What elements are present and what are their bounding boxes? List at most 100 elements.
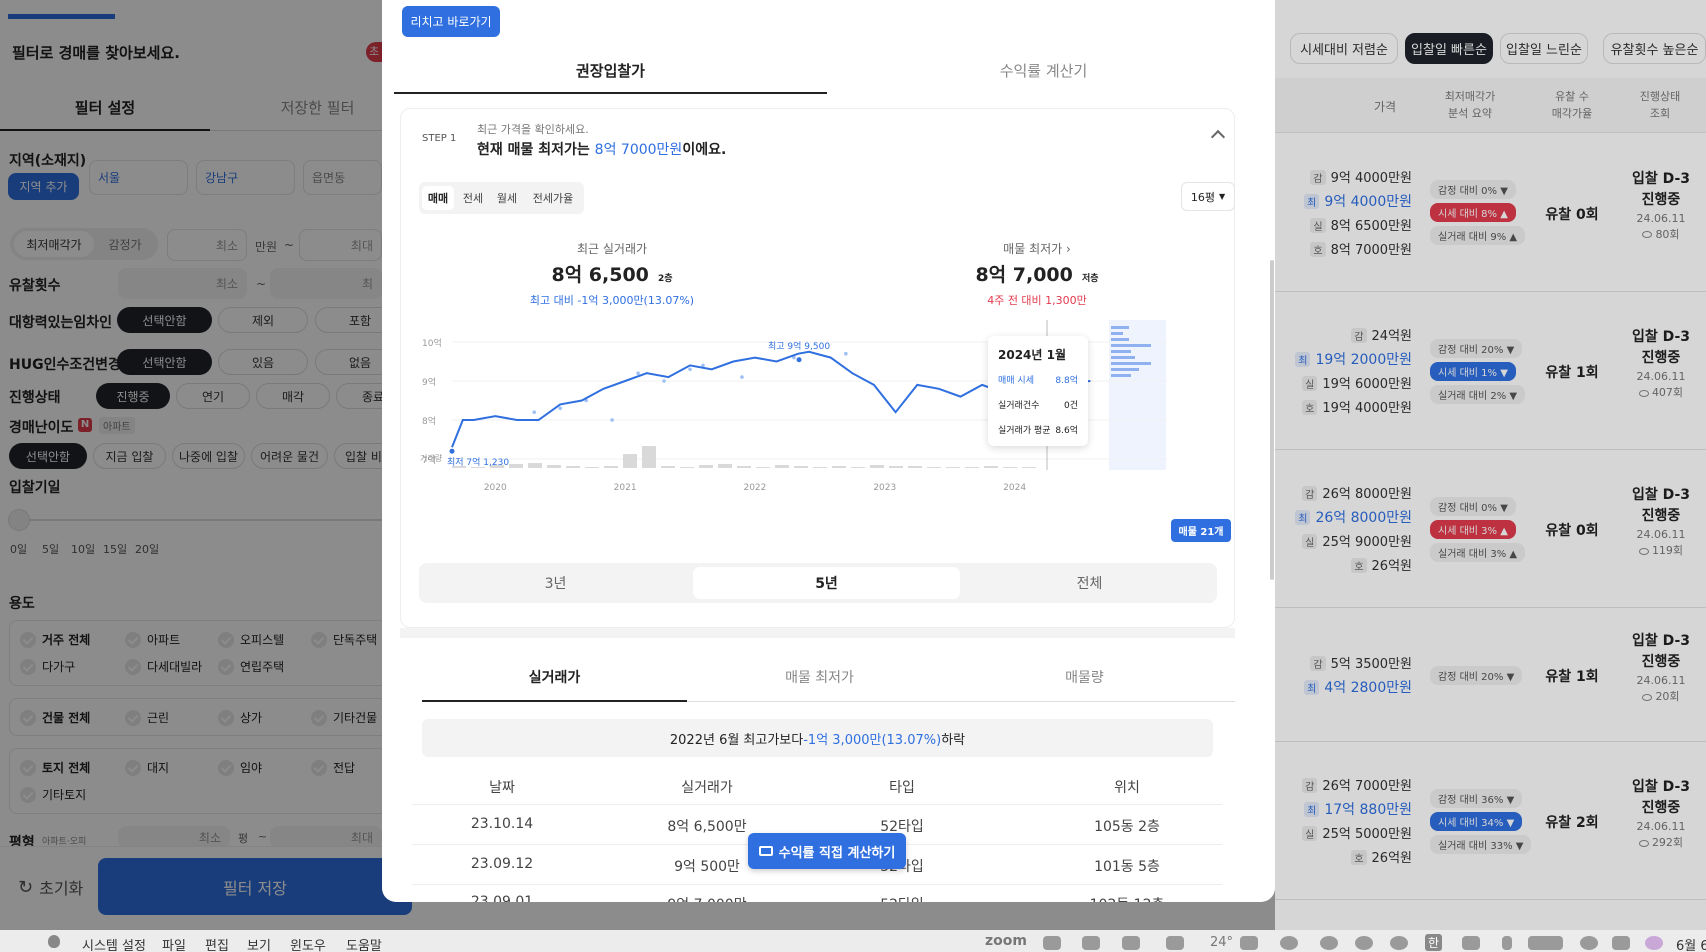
menu-edit[interactable]: 편집 <box>205 935 229 952</box>
volume-icon[interactable] <box>1462 936 1480 950</box>
menu-window[interactable]: 윈도우 <box>290 935 326 952</box>
chart-tab-sale[interactable]: 매매 <box>422 186 454 210</box>
period-3y[interactable]: 3년 <box>424 567 687 599</box>
keyboard-icon[interactable] <box>1166 936 1184 950</box>
status-option-sold[interactable]: 매각 <box>256 383 330 409</box>
bluetooth-icon[interactable] <box>1502 936 1512 950</box>
price-min-input[interactable]: 최소 <box>167 229 247 261</box>
zoom-status-icon[interactable]: zoom <box>985 933 1027 949</box>
search-icon[interactable] <box>1580 936 1598 950</box>
fail-count-min[interactable]: 최소 <box>118 268 247 299</box>
size-select[interactable]: 16평 ▼ <box>1181 182 1235 211</box>
bid-date-slider-track[interactable] <box>18 519 382 521</box>
region-district-field[interactable]: 강남구 <box>196 160 295 195</box>
play-icon[interactable] <box>1355 936 1373 950</box>
usage-lot[interactable]: 대지 <box>125 759 169 776</box>
status-icon[interactable] <box>1320 936 1338 950</box>
sort-fail-count[interactable]: 유찰횟수 높은순 <box>1603 33 1706 64</box>
difficulty-option-bid-later[interactable]: 나중에 입찰 <box>172 443 245 469</box>
menu-file[interactable]: 파일 <box>162 935 186 952</box>
usage-row-house[interactable]: 연립주택 <box>218 658 284 675</box>
status-option-postponed[interactable]: 연기 <box>176 383 250 409</box>
usage-land-all[interactable]: 토지 전체 <box>20 759 90 776</box>
tenant-option-exclude[interactable]: 제외 <box>218 307 308 333</box>
siri-icon[interactable] <box>1645 936 1663 950</box>
dropbox-icon[interactable] <box>1043 936 1061 950</box>
subtab-actual-price[interactable]: 실거래가 <box>422 667 687 687</box>
app-icon[interactable] <box>1280 936 1298 950</box>
tab-yield-calculator[interactable]: 수익률 계산기 <box>827 60 1260 81</box>
weather-app-icon[interactable] <box>1082 936 1100 950</box>
price-option-minimum[interactable]: 최저매각가 <box>14 231 94 257</box>
usage-farmland[interactable]: 전답 <box>311 759 355 776</box>
bid-date-slider-handle[interactable] <box>8 509 30 531</box>
chart-tab-monthly[interactable]: 월세 <box>490 186 524 210</box>
usage-detached-house[interactable]: 단독주택 <box>311 631 377 648</box>
modal-scrollbar[interactable] <box>1270 260 1274 580</box>
price-option-appraisal[interactable]: 감정가 <box>96 231 154 257</box>
area-max-input[interactable]: 최대 <box>270 826 382 848</box>
usage-other-building[interactable]: 기타건물 <box>311 709 377 726</box>
fail-count: 유찰 1회 <box>1545 669 1599 685</box>
status-cell[interactable]: 입찰 D-3 진행중 24.06.11 80회 <box>1624 169 1698 243</box>
period-all[interactable]: 전체 <box>966 567 1213 599</box>
usage-other-land[interactable]: 기타토지 <box>20 786 86 803</box>
menubar-clock[interactable]: 6월 6 <box>1676 935 1706 952</box>
yield-calc-cta[interactable]: 수익률 직접 계산하기 <box>748 833 906 869</box>
menu-system-settings[interactable]: 시스템 설정 <box>82 935 146 952</box>
usage-apartment[interactable]: 아파트 <box>125 631 180 648</box>
save-filter-button[interactable]: 필터 저장 <box>98 858 412 915</box>
wifi-icon[interactable] <box>1545 936 1563 950</box>
price-chart[interactable]: 10억9억8억7억2020 2021 2022 2023 2024거래량최고 9억 9,… <box>382 320 1275 545</box>
tab-filter-settings[interactable]: 필터 설정 <box>0 97 210 118</box>
price-max-input[interactable]: 최대 <box>299 229 382 261</box>
usage-residential-all[interactable]: 거주 전체 <box>20 631 90 648</box>
status-cell[interactable]: 입찰 D-3 진행중 24.06.11 20회 <box>1624 631 1698 705</box>
usage-neighborhood[interactable]: 근린 <box>125 709 169 726</box>
table-cell: 52타입 <box>827 894 977 902</box>
apple-icon[interactable] <box>48 935 60 948</box>
usage-officetel[interactable]: 오피스텔 <box>218 631 284 648</box>
subtab-lowest-listing[interactable]: 매물 최저가 <box>687 667 952 687</box>
menu-help[interactable]: 도움말 <box>346 935 382 952</box>
reset-button[interactable]: ↻ 초기화 <box>18 875 83 899</box>
hug-option-yes[interactable]: 있음 <box>218 349 308 375</box>
difficulty-option-hard[interactable]: 어려운 물건 <box>251 443 328 469</box>
period-5y[interactable]: 5년 <box>693 567 960 599</box>
area-min-input[interactable]: 최소 <box>118 826 230 848</box>
usage-building-all[interactable]: 건물 전체 <box>20 709 90 726</box>
add-region-button[interactable]: 지역 추가 <box>8 173 79 200</box>
weather-cloud-icon[interactable] <box>1240 936 1258 950</box>
chart-tab-jeonse-ratio[interactable]: 전세가율 <box>524 186 582 210</box>
region-city-field[interactable]: 서울 <box>89 160 188 195</box>
sort-bid-latest[interactable]: 입찰일 느린순 <box>1500 33 1588 64</box>
region-town-field[interactable]: 읍면동 <box>303 160 382 195</box>
richgo-link-button[interactable]: 리치고 바로가기 <box>402 6 500 37</box>
status-cell[interactable]: 입찰 D-3 진행중 24.06.11 119회 <box>1624 485 1698 559</box>
status-cell[interactable]: 입찰 D-3 진행중 24.06.11 292회 <box>1624 777 1698 851</box>
difficulty-option-bid-now[interactable]: 지금 입찰 <box>93 443 166 469</box>
time-machine-icon[interactable] <box>1390 936 1408 950</box>
sort-bid-earliest[interactable]: 입찰일 빠른순 <box>1405 33 1493 64</box>
fail-count-max[interactable]: 최 <box>270 268 382 299</box>
tab-recommended-bid[interactable]: 권장입찰가 <box>394 60 827 81</box>
tenant-option-none[interactable]: 선택안함 <box>117 307 212 333</box>
listing-count-badge[interactable]: 매물 21개 <box>1171 519 1231 542</box>
cloud-icon[interactable] <box>1122 936 1140 950</box>
chart-tab-jeonse[interactable]: 전세 <box>456 186 490 210</box>
status-cell[interactable]: 입찰 D-3 진행중 24.06.11 407회 <box>1624 327 1698 401</box>
difficulty-option-none[interactable]: 선택안함 <box>9 443 87 469</box>
usage-multi-family[interactable]: 다가구 <box>20 658 75 675</box>
lowest-listing-label[interactable]: 매물 최저가 › <box>962 240 1112 257</box>
hug-option-none[interactable]: 선택안함 <box>117 349 212 375</box>
menu-view[interactable]: 보기 <box>247 935 271 952</box>
usage-villa[interactable]: 다세대빌라 <box>125 658 202 675</box>
status-option-ongoing[interactable]: 진행중 <box>96 383 170 409</box>
temperature[interactable]: 24° <box>1210 935 1233 950</box>
usage-forest[interactable]: 임야 <box>218 759 262 776</box>
subtab-listing-volume[interactable]: 매물량 <box>952 667 1217 687</box>
sort-price-ratio[interactable]: 시세대비 저렴순 <box>1290 33 1398 64</box>
usage-store[interactable]: 상가 <box>218 709 262 726</box>
control-center-icon[interactable] <box>1612 936 1630 950</box>
input-method[interactable]: 한 <box>1425 934 1443 951</box>
